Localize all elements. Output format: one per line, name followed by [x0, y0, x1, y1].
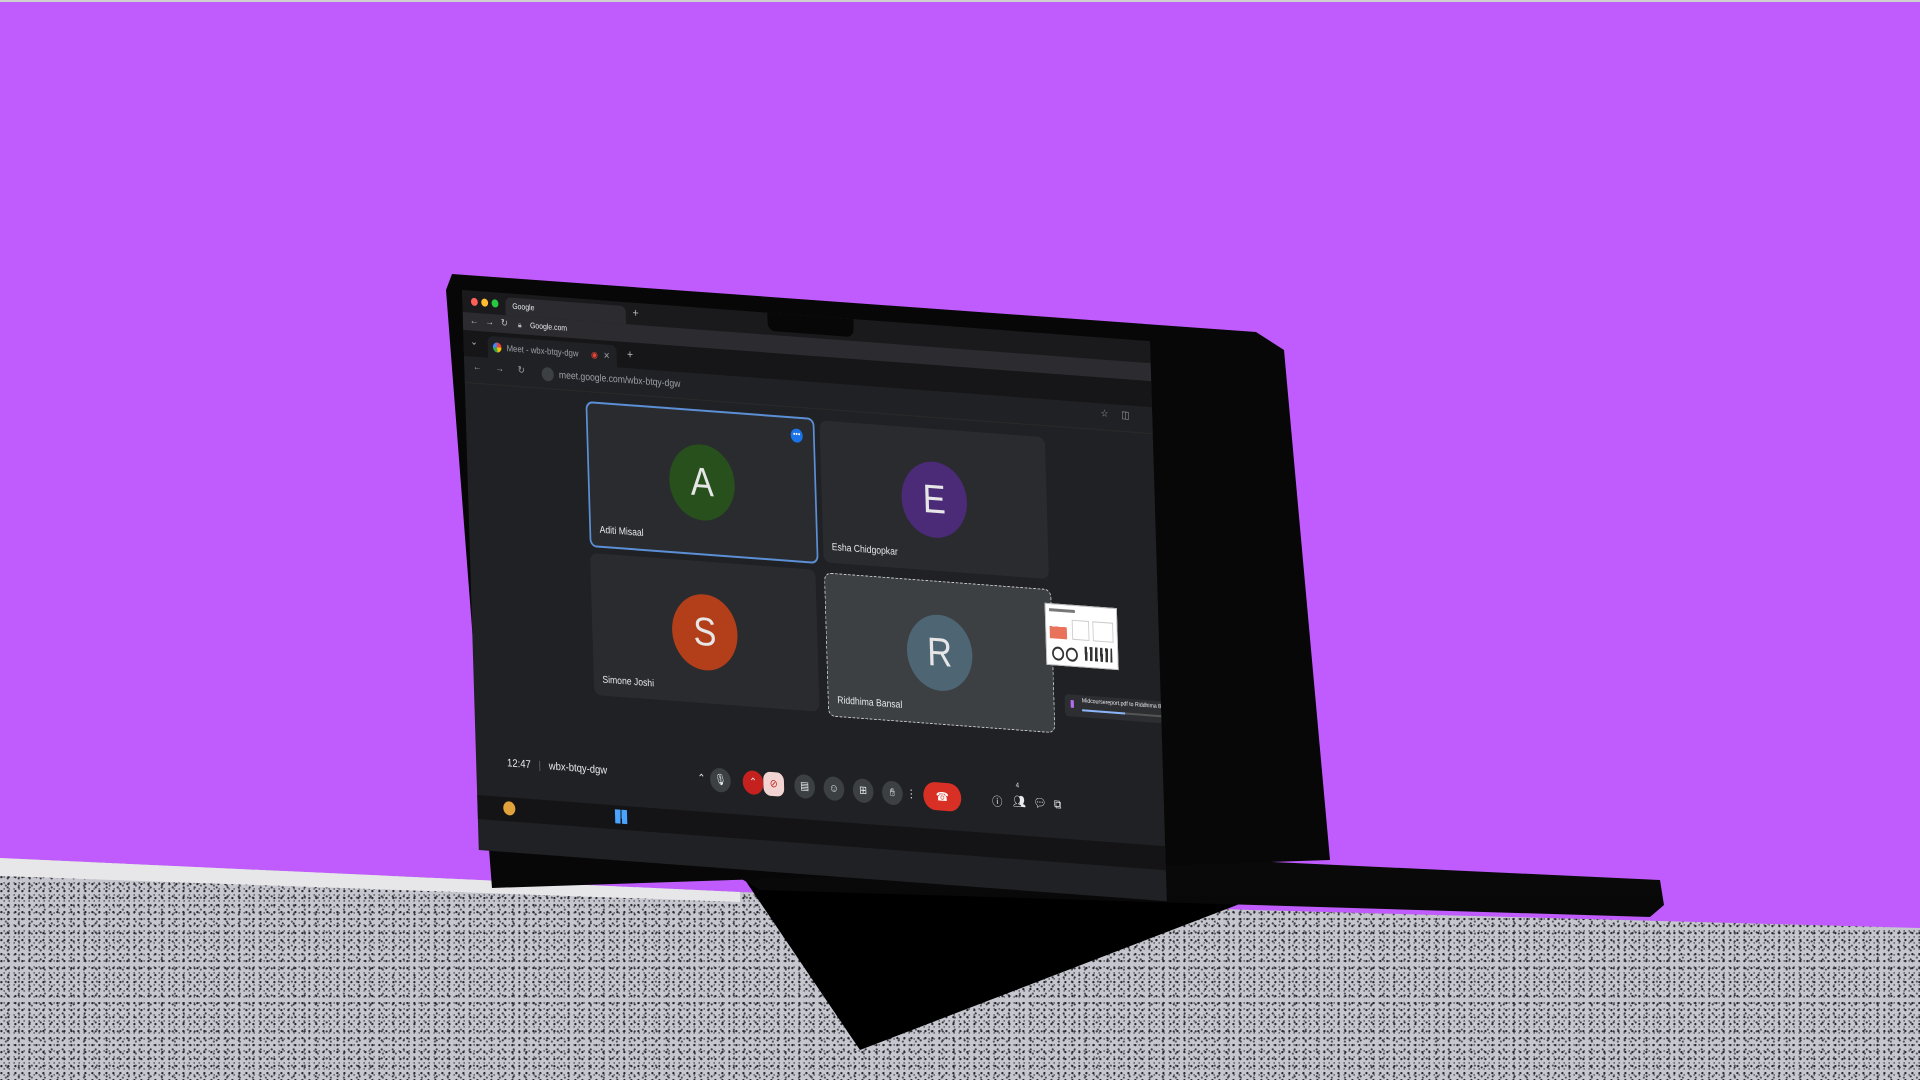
avatar: S: [670, 591, 739, 673]
participant-tile[interactable]: S Simone Joshi: [590, 552, 820, 712]
avatar: R: [905, 612, 974, 694]
mic-icon[interactable]: 🎙︎: [709, 767, 732, 793]
forward-icon[interactable]: →: [495, 363, 504, 375]
reload-icon[interactable]: ↻: [501, 318, 509, 330]
meet-favicon-icon: [492, 342, 502, 353]
avatar: E: [900, 459, 969, 541]
windows-start-icon[interactable]: [614, 809, 628, 825]
bookmark-star-icon[interactable]: ☆: [1101, 408, 1109, 420]
laptop-screen: Google + ← → ↻ 🔒︎ Google.com ⌄ Meet - wb…: [462, 290, 1167, 902]
taskbar-app-icon[interactable]: [503, 800, 516, 816]
reload-icon[interactable]: ↻: [517, 365, 525, 377]
participant-name: Aditi Misaal: [599, 524, 644, 540]
file-icon: ▮: [1069, 698, 1075, 710]
extensions-icon[interactable]: ◫: [1121, 410, 1129, 422]
raise-hand-icon[interactable]: ✋︎: [881, 780, 904, 806]
present-icon[interactable]: ⊞: [852, 778, 874, 804]
outer-tab-title: Google: [512, 301, 535, 313]
inner-new-tab-button[interactable]: +: [627, 347, 633, 361]
participant-name: Esha Chidgopkar: [831, 542, 898, 558]
forward-icon[interactable]: →: [485, 317, 494, 329]
close-tab-icon[interactable]: ✕: [603, 344, 610, 366]
outer-new-tab-button[interactable]: +: [632, 306, 638, 320]
meet-tab-title: Meet - wbx-btqy-dgw: [506, 343, 579, 359]
emoji-icon[interactable]: ☺: [823, 775, 845, 802]
participant-tile[interactable]: E Esha Chidgopkar: [819, 420, 1050, 580]
lock-icon: 🔒︎: [517, 320, 522, 330]
meeting-clock: 12:47 | wbx-btqy-dgw: [506, 757, 608, 777]
download-text: Midcoursereport.pdf to Riddhima Bansal: [1081, 698, 1167, 712]
document-thumbnail[interactable]: [1044, 602, 1119, 671]
inner-url[interactable]: meet.google.com/wbx-btqy-dgw: [559, 370, 681, 390]
recording-icon: ◉: [590, 349, 598, 360]
participant-tile[interactable]: ••• A Aditi Misaal: [585, 400, 819, 564]
people-icon[interactable]: 👥︎: [1013, 794, 1027, 809]
participant-tile[interactable]: R Riddhima Bansal: [824, 572, 1056, 734]
chevron-up-icon[interactable]: ⌃: [691, 766, 712, 792]
site-info-icon[interactable]: [541, 366, 554, 382]
participant-name: Simone Joshi: [602, 674, 655, 690]
activities-icon[interactable]: ⧉: [1054, 797, 1062, 813]
more-options-icon[interactable]: •••: [790, 428, 803, 444]
camera-off-icon[interactable]: ⊘: [763, 771, 785, 797]
captions-icon[interactable]: ▤: [794, 773, 816, 800]
chat-icon[interactable]: 💬︎: [1033, 795, 1047, 810]
meeting-time: 12:47: [506, 757, 531, 772]
people-count-badge: 4: [1015, 782, 1020, 790]
avatar: A: [668, 442, 736, 523]
maximize-window-dot[interactable]: [491, 299, 499, 308]
download-toast[interactable]: ▮ Midcoursereport.pdf to Riddhima Bansal: [1064, 694, 1167, 725]
download-progress: [1082, 709, 1126, 715]
back-icon[interactable]: ←: [473, 362, 482, 374]
outer-url[interactable]: Google.com: [530, 321, 567, 333]
minimize-window-dot[interactable]: [481, 298, 489, 307]
more-icon[interactable]: ⋮: [906, 782, 917, 807]
phone-hangup-icon[interactable]: ☎︎: [922, 781, 962, 813]
meeting-code: wbx-btqy-dgw: [548, 760, 608, 777]
back-icon[interactable]: ←: [470, 316, 479, 328]
participant-name: Riddhima Bansal: [837, 695, 903, 711]
tab-search-icon[interactable]: ⌄: [470, 337, 478, 349]
top-edge-line: [0, 0, 1920, 2]
chevron-up-icon[interactable]: ⌃: [742, 769, 764, 796]
info-icon[interactable]: ⓘ: [992, 792, 1003, 810]
close-window-dot[interactable]: [470, 297, 478, 307]
